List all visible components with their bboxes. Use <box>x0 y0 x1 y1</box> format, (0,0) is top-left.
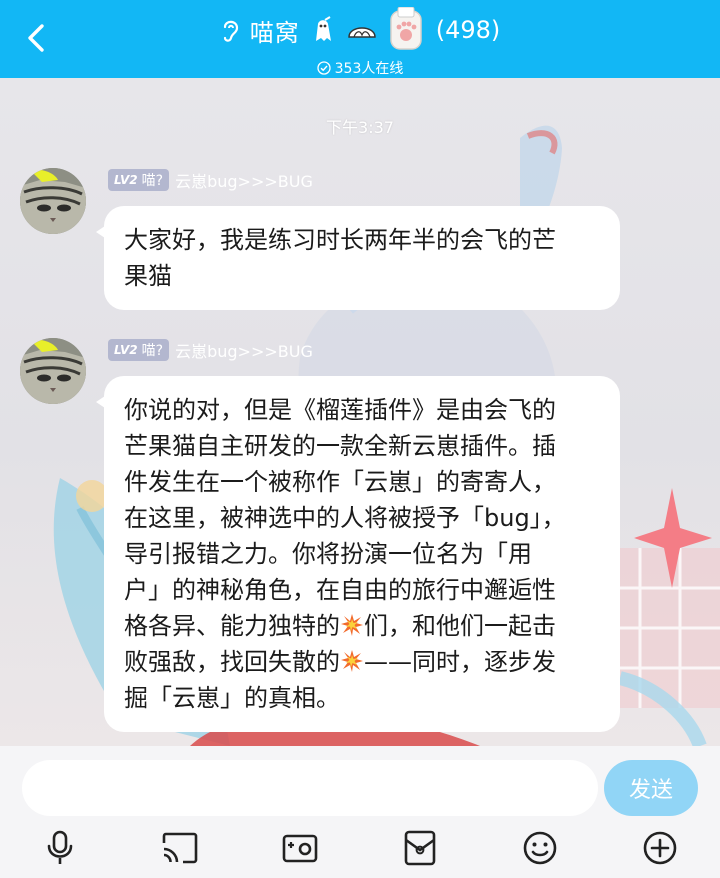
red-packet-icon <box>404 830 436 866</box>
message-bubble[interactable]: 大家好，我是练习时长两年半的会飞的芒 果猫 <box>96 206 620 310</box>
emoji-button[interactable] <box>518 826 562 870</box>
message-line: 败强敌，找回失散的 ——同时，逐步发 <box>124 648 556 676</box>
photo-button[interactable] <box>278 826 322 870</box>
bun-icon <box>346 17 378 43</box>
microphone-icon <box>47 830 73 864</box>
message-line: 芒果猫自主研发的一款全新云崽插件。插 <box>124 432 556 460</box>
cat-avatar-icon <box>20 338 86 404</box>
sender-name[interactable]: 云崽bug>>>BUG <box>175 168 313 192</box>
photo-icon <box>282 834 318 863</box>
chat-area[interactable]: 下午3:37 LV2 喵? 云崽bug>>>BUG 大家好，我是练习时长两年半的 <box>0 78 720 746</box>
screen-cast-icon <box>162 832 198 864</box>
message-line: 户」的神秘角色，在自由的旅行中邂逅性 <box>124 576 556 604</box>
screen-share-button[interactable] <box>158 826 202 870</box>
red-packet-button[interactable] <box>398 826 442 870</box>
message-line: 掘「云崽」的真相。 <box>124 684 340 712</box>
message-timestamp: 下午3:37 <box>326 118 394 137</box>
input-panel: 发送 <box>0 746 720 878</box>
collision-emoji-icon <box>341 650 363 672</box>
message-line: 导引报错之力。你将扮演一位名为「用 <box>124 540 532 568</box>
sender-name[interactable]: 云崽bug>>>BUG <box>175 338 313 362</box>
cat-avatar-icon <box>20 168 86 234</box>
cat-paw-cup-icon <box>386 7 426 53</box>
member-level-badge[interactable]: LV2 喵? <box>108 169 170 191</box>
chat-header: 喵窝 (498) 353人在线 <box>0 0 720 78</box>
message-line: 格各异、能力独特的 们，和他们一起击 <box>124 612 556 640</box>
input-toolbar <box>0 826 720 870</box>
voice-button[interactable] <box>38 826 82 870</box>
message-line: 在这里，被神选中的人将被授予「bug」， <box>124 504 566 532</box>
ear-icon <box>220 17 242 43</box>
ghost-icon <box>308 15 338 45</box>
avatar[interactable] <box>20 338 86 404</box>
collision-emoji-icon <box>341 614 363 636</box>
message-bubble[interactable]: 你说的对，但是《榴莲插件》是由会飞的 芒果猫自主研发的一款全新云崽插件。插 件发… <box>96 376 620 732</box>
group-name: 喵窝 <box>249 18 300 47</box>
message-input[interactable] <box>22 760 598 816</box>
online-count: 353人在线 <box>334 61 404 77</box>
message-meta: LV2 喵? 云崽bug>>>BUG <box>108 168 313 192</box>
member-count: (498) <box>435 16 501 44</box>
message-meta: LV2 喵? 云崽bug>>>BUG <box>108 338 313 362</box>
online-check-icon <box>316 61 331 75</box>
member-level-badge[interactable]: LV2 喵? <box>108 339 170 361</box>
more-options-button[interactable] <box>638 826 682 870</box>
message-line: 果猫 <box>124 262 172 290</box>
emoji-icon <box>523 831 557 865</box>
message-line: 你说的对，但是《榴莲插件》是由会飞的 <box>124 396 556 424</box>
avatar[interactable] <box>20 168 86 234</box>
message-line: 大家好，我是练习时长两年半的会飞的芒 <box>124 226 556 254</box>
online-status[interactable]: 353人在线 <box>0 58 720 78</box>
plus-icon <box>643 831 677 865</box>
send-button[interactable]: 发送 <box>604 760 698 816</box>
group-title-row[interactable]: 喵窝 (498) <box>0 7 720 53</box>
message-line: 件发生在一个被称作「云崽」的寄寄人， <box>124 468 556 496</box>
